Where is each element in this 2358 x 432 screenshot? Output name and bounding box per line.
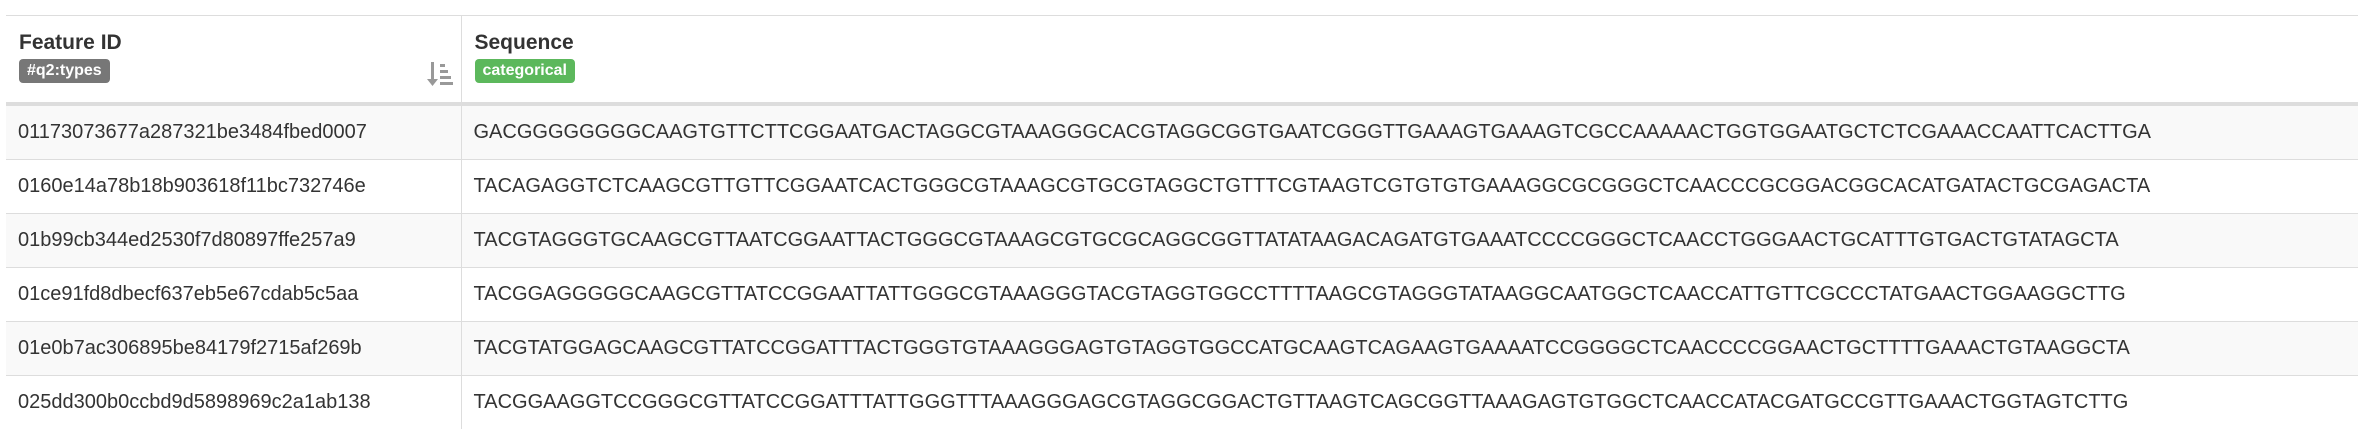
sequence-cell: GACGGGGGGGGCAAGTGTTCTTCGGAATGACTAGGCGTAA… (461, 104, 2358, 160)
table-row: 01173073677a287321be3484fbed0007 GACGGGG… (6, 104, 2358, 160)
table-row: 025dd300b0ccbd9d5898969c2a1ab138 TACGGAA… (6, 375, 2358, 429)
column-header-sequence[interactable]: Sequence categorical (461, 16, 2358, 106)
feature-id-cell: 01b99cb344ed2530f7d80897ffe257a9 (6, 213, 462, 268)
feature-id-cell: 025dd300b0ccbd9d5898969c2a1ab138 (6, 375, 462, 429)
feature-table-container: Feature ID #q2:types Sequence categorica… (6, 15, 2358, 429)
table-row: 01b99cb344ed2530f7d80897ffe257a9 TACGTAG… (6, 213, 2358, 268)
table-row: 01e0b7ac306895be84179f2715af269b TACGTAT… (6, 321, 2358, 376)
column-header-feature-id[interactable]: Feature ID #q2:types (6, 16, 462, 106)
column-type-badge: categorical (474, 59, 575, 83)
table-header-row: Feature ID #q2:types Sequence categorica… (6, 16, 2358, 106)
feature-id-cell: 01e0b7ac306895be84179f2715af269b (6, 321, 462, 376)
feature-id-cell: 01ce91fd8dbecf637eb5e67cdab5c5aa (6, 267, 462, 322)
sequence-cell: TACGTATGGAGCAAGCGTTATCCGGATTTACTGGGTGTAA… (461, 321, 2358, 376)
column-title: Sequence (474, 31, 574, 54)
feature-id-cell: 0160e14a78b18b903618f11bc732746e (6, 159, 462, 214)
feature-table: Feature ID #q2:types Sequence categorica… (6, 16, 2358, 429)
table-row: 01ce91fd8dbecf637eb5e67cdab5c5aa TACGGAG… (6, 267, 2358, 322)
column-title: Feature ID (19, 31, 122, 54)
sequence-cell: TACAGAGGTCTCAAGCGTTGTTCGGAATCACTGGGCGTAA… (461, 159, 2358, 214)
sequence-cell: TACGGAGGGGGCAAGCGTTATCCGGAATTATTGGGCGTAA… (461, 267, 2358, 322)
feature-id-cell: 01173073677a287321be3484fbed0007 (6, 104, 462, 160)
table-row: 0160e14a78b18b903618f11bc732746e TACAGAG… (6, 159, 2358, 214)
sort-amount-down-icon[interactable] (426, 60, 453, 88)
sequence-cell: TACGGAAGGTCCGGGCGTTATCCGGATTTATTGGGTTTAA… (461, 375, 2358, 429)
column-type-badge: #q2:types (19, 59, 110, 83)
sequence-cell: TACGTAGGGTGCAAGCGTTAATCGGAATTACTGGGCGTAA… (461, 213, 2358, 268)
